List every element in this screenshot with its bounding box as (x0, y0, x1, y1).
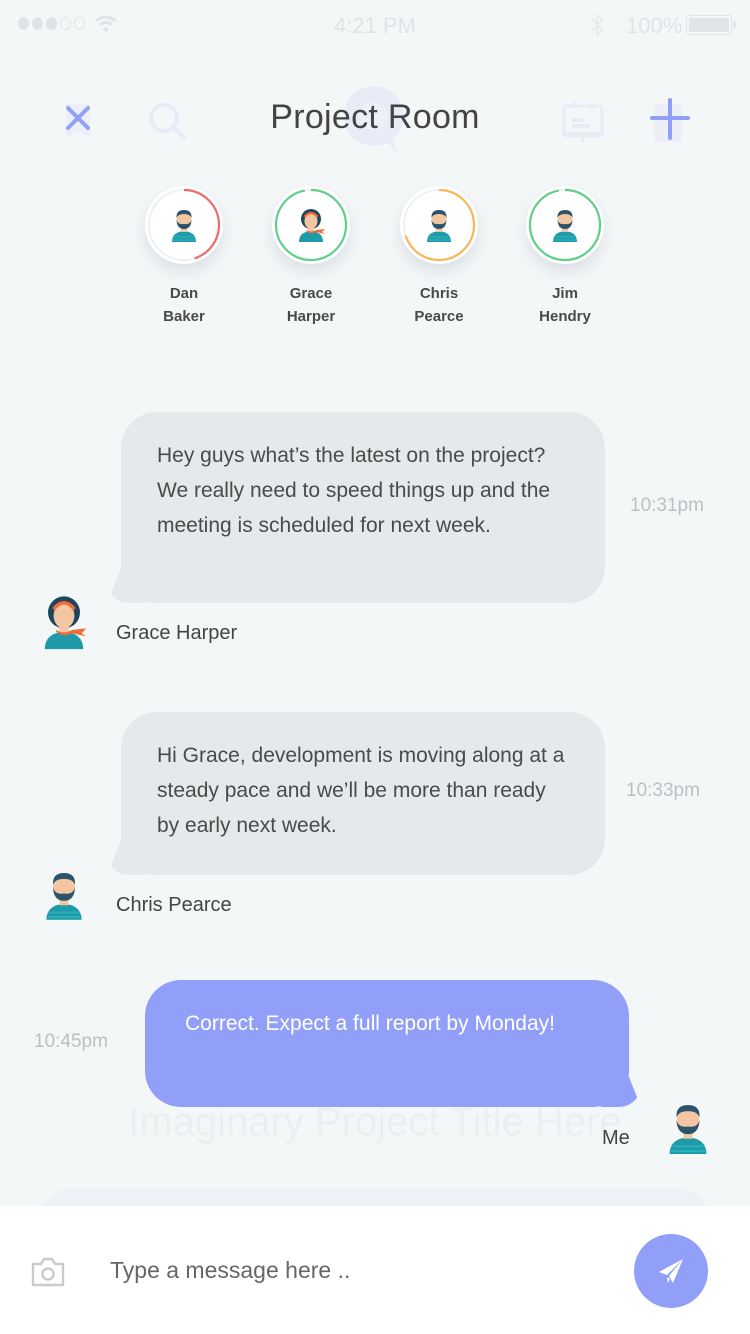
status-bar: 4:21 PM 100% (0, 0, 750, 50)
bluetooth-icon (591, 13, 604, 37)
man-avatar-icon (169, 208, 199, 242)
message-bubble: Correct. Expect a full report by Monday! (145, 980, 629, 1107)
message-text: Hi Grace, development is moving along at… (157, 744, 565, 837)
message-input[interactable] (110, 1250, 600, 1290)
member-jim-hendry[interactable]: Jim Hendry (510, 186, 620, 328)
member-avatar (526, 186, 604, 264)
send-button[interactable] (634, 1234, 708, 1308)
message-text: Correct. Expect a full report by Monday! (185, 1012, 555, 1035)
message-bubble: Hi Grace, development is moving along at… (121, 712, 605, 875)
member-avatar (272, 186, 350, 264)
sender-name: Chris Pearce (116, 894, 232, 916)
message-text: Hey guys what’s the latest on the projec… (157, 444, 551, 537)
man-avatar-icon (424, 208, 454, 242)
camera-icon (31, 1257, 65, 1287)
sender-name: Me (602, 1127, 630, 1149)
member-list: Dan Baker Grace Harper Chris Pearce Jim Hend… (0, 186, 750, 336)
member-grace-harper[interactable]: Grace Harper (256, 186, 366, 328)
battery-percent: 100% (626, 13, 683, 38)
member-name: Dan Baker (163, 285, 205, 325)
message-timestamp: 10:33pm (626, 780, 700, 801)
member-avatar (400, 186, 478, 264)
camera-button[interactable] (30, 1256, 66, 1293)
member-name: Grace Harper (286, 285, 336, 325)
man-avatar-icon (550, 208, 580, 242)
battery-icon (686, 15, 736, 35)
woman-avatar-icon (296, 208, 326, 242)
message-timestamp: 10:45pm (34, 1031, 108, 1052)
member-chris-pearce[interactable]: Chris Pearce (384, 186, 494, 328)
message-timestamp: 10:31pm (630, 495, 704, 516)
sender-name: Grace Harper (116, 622, 238, 644)
page-title: Project Room (270, 98, 480, 136)
member-dan-baker[interactable]: Dan Baker (129, 186, 239, 328)
man-avatar-icon (42, 868, 86, 922)
member-name: Jim Hendry (539, 285, 591, 325)
member-name: Chris Pearce (414, 285, 464, 325)
send-icon (659, 1259, 683, 1283)
member-avatar (145, 186, 223, 264)
message-composer (0, 1206, 750, 1334)
message-bubble: Hey guys what’s the latest on the projec… (121, 412, 605, 603)
header: Project Room (0, 80, 750, 160)
woman-avatar-icon (40, 594, 88, 650)
man-avatar-icon (665, 1100, 711, 1156)
